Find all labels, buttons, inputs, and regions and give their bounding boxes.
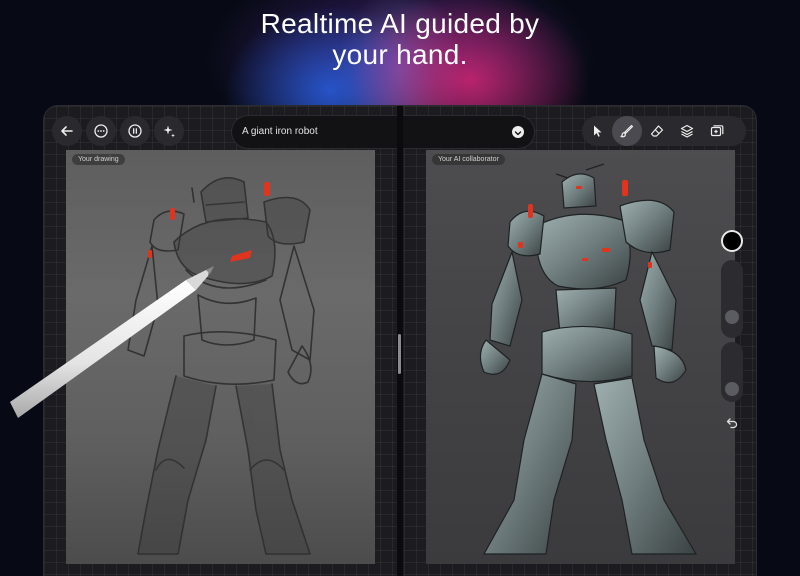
brush-size-slider[interactable] bbox=[721, 260, 743, 338]
brush-icon[interactable] bbox=[612, 116, 642, 146]
pane-label-ai-collaborator: Your AI collaborator bbox=[432, 154, 505, 165]
color-swatch[interactable] bbox=[723, 232, 741, 250]
robot-render bbox=[479, 163, 698, 555]
headline-line-1: Realtime AI guided by bbox=[260, 8, 540, 39]
brush-size-slider-knob[interactable] bbox=[725, 310, 739, 324]
headline-line-2: your hand. bbox=[332, 39, 468, 70]
pause-icon[interactable] bbox=[120, 116, 150, 146]
prompt-input[interactable]: A giant iron robot bbox=[232, 116, 534, 148]
prompt-text: A giant iron robot bbox=[242, 126, 318, 137]
layers-icon[interactable] bbox=[672, 116, 702, 146]
pane-label-your-drawing: Your drawing bbox=[72, 154, 125, 165]
sparkle-icon[interactable] bbox=[154, 116, 184, 146]
brush-opacity-slider[interactable] bbox=[721, 342, 743, 402]
stylus-pencil bbox=[10, 266, 214, 418]
more-options-icon[interactable] bbox=[86, 116, 116, 146]
brush-opacity-slider-knob[interactable] bbox=[725, 382, 739, 396]
ai-output-canvas: Your AI collaborator bbox=[426, 150, 735, 564]
undo-icon[interactable] bbox=[721, 412, 743, 434]
chevron-down-icon[interactable] bbox=[512, 126, 524, 138]
split-resize-handle[interactable] bbox=[398, 334, 401, 374]
eraser-icon[interactable] bbox=[642, 116, 672, 146]
headline: Realtime AI guided by your hand. bbox=[0, 8, 800, 70]
left-toolbar bbox=[52, 116, 186, 146]
select-cursor-icon[interactable] bbox=[582, 116, 612, 146]
back-arrow-icon[interactable] bbox=[52, 116, 82, 146]
add-image-icon[interactable] bbox=[702, 116, 732, 146]
right-toolbar bbox=[582, 116, 746, 146]
